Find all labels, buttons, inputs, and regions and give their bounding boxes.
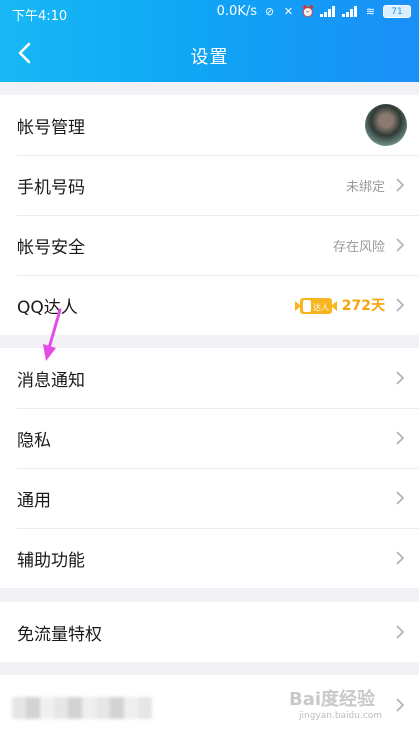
row-label: 辅助功能 (17, 551, 85, 571)
row-privacy[interactable]: 隐私 (0, 408, 419, 468)
row-accessibility[interactable]: 辅助功能 (0, 528, 419, 588)
network-speed: 0.0K/s (216, 4, 257, 19)
top-bar: 下午4:10 0.0K/s ⊘ ✕ ⏰ ≋ 71 设置 (0, 0, 419, 82)
row-obscured[interactable]: Bai度经验 jingyan.baidu.com (0, 675, 419, 740)
baidu-watermark: Bai度经验 jingyan.baidu.com (289, 683, 389, 727)
signal-icon (320, 6, 336, 17)
chevron-right-icon (395, 237, 405, 253)
link-icon: ⊘ (264, 5, 275, 18)
chevron-right-icon (395, 490, 405, 506)
row-label: 消息通知 (17, 371, 85, 391)
status-bar: 下午4:10 0.0K/s ⊘ ✕ ⏰ ≋ 71 (0, 0, 419, 26)
chevron-right-icon (395, 697, 405, 713)
row-label: 通用 (17, 491, 51, 511)
chevron-right-icon (395, 297, 405, 313)
chevron-right-icon (395, 550, 405, 566)
row-account-management[interactable]: 帐号管理 (0, 95, 419, 155)
mute-icon: ✕ (283, 5, 294, 18)
blurred-label (12, 697, 152, 719)
settings-group-general: 消息通知 隐私 通用 辅助功能 (0, 348, 419, 588)
chevron-right-icon (395, 177, 405, 193)
chevron-right-icon (395, 624, 405, 640)
row-notifications[interactable]: 消息通知 (0, 348, 419, 408)
row-label: 手机号码 (17, 178, 85, 198)
signal-icon-2 (342, 6, 358, 17)
chevron-right-icon (395, 370, 405, 386)
status-indicators: 0.0K/s ⊘ ✕ ⏰ ≋ 71 (217, 4, 411, 19)
row-qq-expert[interactable]: QQ达人 达人 272天 (0, 275, 419, 335)
wifi-icon: ≋ (365, 5, 376, 18)
page-title: 设置 (190, 47, 229, 68)
row-account-security[interactable]: 帐号安全 存在风险 (0, 215, 419, 275)
row-general[interactable]: 通用 (0, 468, 419, 528)
row-label: 免流量特权 (17, 625, 102, 645)
badge-text: 达人 (313, 302, 329, 312)
chevron-right-icon (395, 430, 405, 446)
row-label: 隐私 (17, 431, 51, 451)
row-label: 帐号管理 (17, 118, 85, 138)
alarm-icon: ⏰ (301, 5, 315, 18)
row-label: 帐号安全 (17, 238, 85, 258)
status-time: 下午4:10 (12, 9, 68, 24)
row-free-data-privilege[interactable]: 免流量特权 (0, 602, 419, 662)
settings-group-account: 帐号管理 手机号码 未绑定 帐号安全 存在风险 QQ达人 达人 272天 (0, 95, 419, 335)
row-label: QQ达人 (17, 298, 78, 318)
watermark-url: jingyan.baidu.com (299, 711, 383, 721)
battery-icon: 71 (383, 5, 411, 18)
settings-group-data: 免流量特权 (0, 602, 419, 662)
qq-expert-badge-icon: 达人 (295, 298, 337, 314)
qq-expert-days: 272天 (341, 298, 385, 314)
row-value: 未绑定 (345, 180, 385, 195)
row-phone-number[interactable]: 手机号码 未绑定 (0, 155, 419, 215)
watermark-logo: Bai度经验 (289, 689, 376, 710)
row-value: 存在风险 (332, 240, 385, 255)
settings-group-obscured: Bai度经验 jingyan.baidu.com (0, 675, 419, 740)
avatar (365, 104, 407, 146)
